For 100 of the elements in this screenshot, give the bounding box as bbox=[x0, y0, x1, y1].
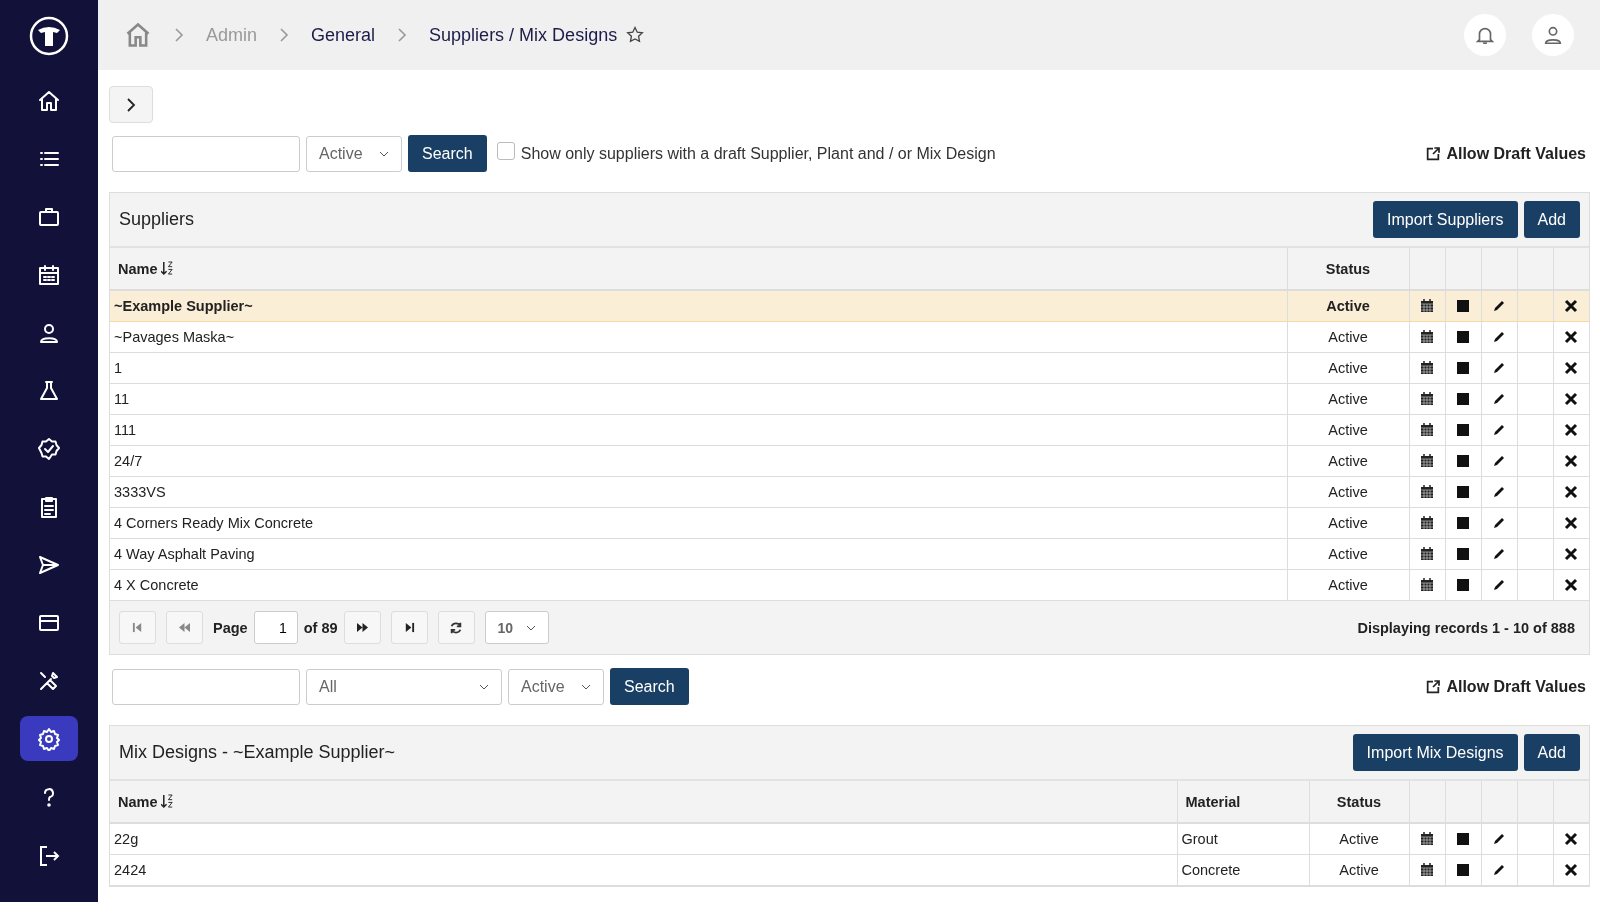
column-header[interactable]: Name bbox=[118, 260, 174, 277]
table-row[interactable]: 3333VS Active bbox=[110, 476, 1589, 508]
close-icon[interactable] bbox=[1564, 423, 1579, 437]
pencil-icon[interactable] bbox=[1492, 361, 1506, 375]
star-icon[interactable] bbox=[625, 25, 646, 45]
square-icon[interactable] bbox=[1456, 330, 1470, 344]
close-icon[interactable] bbox=[1564, 863, 1579, 877]
calendar-icon[interactable] bbox=[1420, 832, 1434, 846]
pencil-icon[interactable] bbox=[1492, 832, 1506, 846]
last-page-button[interactable] bbox=[390, 611, 428, 644]
square-icon[interactable] bbox=[1456, 516, 1470, 530]
draft-checkbox[interactable] bbox=[496, 141, 515, 160]
pencil-icon[interactable] bbox=[1492, 330, 1506, 344]
search-button[interactable]: Search bbox=[610, 668, 689, 705]
table-row[interactable]: 4 Way Asphalt Paving Active bbox=[110, 538, 1589, 570]
page-count: of 89 bbox=[303, 619, 338, 636]
calendar-icon[interactable] bbox=[1420, 547, 1434, 561]
first-page-button[interactable] bbox=[119, 611, 156, 644]
square-icon[interactable] bbox=[1456, 454, 1470, 468]
profile-button[interactable] bbox=[1532, 14, 1574, 56]
table-cell: 4 X Concrete bbox=[110, 569, 1287, 601]
chevron-icon bbox=[174, 27, 184, 43]
close-icon[interactable] bbox=[1564, 454, 1579, 468]
pencil-icon[interactable] bbox=[1492, 485, 1506, 499]
table-row[interactable]: ~Pavages Maska~ Active bbox=[110, 321, 1589, 353]
sidebar-item[interactable] bbox=[20, 716, 78, 761]
table-row[interactable]: ~Example Supplier~ Active bbox=[110, 290, 1589, 322]
table-cell: Active bbox=[1287, 507, 1409, 539]
allow-draft-values-link[interactable]: Allow Draft Values bbox=[1425, 144, 1586, 163]
column-header[interactable]: Name bbox=[118, 793, 174, 810]
close-icon[interactable] bbox=[1564, 516, 1579, 530]
calendar-icon[interactable] bbox=[1420, 863, 1434, 877]
close-icon[interactable] bbox=[1564, 832, 1579, 846]
square-icon[interactable] bbox=[1456, 361, 1470, 375]
column-header[interactable]: Status bbox=[1309, 781, 1409, 823]
square-icon[interactable] bbox=[1456, 392, 1470, 406]
expand-button[interactable] bbox=[109, 86, 153, 123]
allow-draft-values-link[interactable]: Allow Draft Values bbox=[1425, 677, 1586, 696]
previous-page-button[interactable] bbox=[166, 611, 203, 644]
square-icon[interactable] bbox=[1456, 832, 1470, 846]
panel-button[interactable]: Import Suppliers bbox=[1373, 201, 1518, 238]
table-cell: Active bbox=[1287, 476, 1409, 508]
square-icon[interactable] bbox=[1456, 863, 1470, 877]
square-icon[interactable] bbox=[1456, 423, 1470, 437]
pencil-icon[interactable] bbox=[1492, 299, 1506, 313]
table-row[interactable]: 11 Active bbox=[110, 383, 1589, 415]
pencil-icon[interactable] bbox=[1492, 578, 1506, 592]
close-icon[interactable] bbox=[1564, 578, 1579, 592]
calendar-icon[interactable] bbox=[1420, 423, 1434, 437]
pencil-icon[interactable] bbox=[1492, 863, 1506, 877]
pencil-icon[interactable] bbox=[1492, 423, 1506, 437]
material-dropdown[interactable]: All bbox=[306, 668, 502, 705]
table-row[interactable]: 22g Grout Active bbox=[110, 823, 1589, 855]
search-field[interactable] bbox=[112, 135, 300, 172]
square-icon[interactable] bbox=[1456, 485, 1470, 499]
calendar-icon[interactable] bbox=[1420, 454, 1434, 468]
pencil-icon[interactable] bbox=[1492, 547, 1506, 561]
status-dropdown[interactable]: Active bbox=[306, 135, 402, 172]
breadcrumb-link[interactable]: General bbox=[311, 24, 376, 46]
refresh-button[interactable] bbox=[437, 611, 475, 644]
calendar-icon[interactable] bbox=[1420, 485, 1434, 499]
table-row[interactable]: 2424 Concrete Active bbox=[110, 854, 1589, 886]
pencil-icon[interactable] bbox=[1492, 516, 1506, 530]
next-page-button[interactable] bbox=[343, 611, 381, 644]
home-icon[interactable] bbox=[124, 21, 152, 49]
notifications-button[interactable] bbox=[1464, 14, 1506, 56]
panel-button[interactable]: Import Mix Designs bbox=[1352, 734, 1518, 771]
column-header[interactable]: Material bbox=[1177, 781, 1309, 823]
gear-icon bbox=[37, 726, 61, 751]
calendar-icon[interactable] bbox=[1420, 299, 1434, 313]
table-row[interactable]: 4 Corners Ready Mix Concrete Active bbox=[110, 507, 1589, 539]
close-icon[interactable] bbox=[1564, 547, 1579, 561]
calendar-icon[interactable] bbox=[1420, 392, 1434, 406]
square-icon[interactable] bbox=[1456, 299, 1470, 313]
search-button[interactable]: Search bbox=[408, 135, 487, 172]
calendar-icon[interactable] bbox=[1420, 578, 1434, 592]
table-row[interactable]: 111 Active bbox=[110, 414, 1589, 446]
close-icon[interactable] bbox=[1564, 485, 1579, 499]
pencil-icon[interactable] bbox=[1492, 454, 1506, 468]
search-field[interactable] bbox=[112, 668, 300, 705]
pencil-icon[interactable] bbox=[1492, 392, 1506, 406]
page-number-field[interactable]: 1 bbox=[253, 611, 298, 644]
calendar-icon[interactable] bbox=[1420, 516, 1434, 530]
calendar-icon[interactable] bbox=[1420, 361, 1434, 375]
table-row[interactable]: 4 X Concrete Active bbox=[110, 569, 1589, 601]
square-icon[interactable] bbox=[1456, 578, 1470, 592]
close-icon[interactable] bbox=[1564, 330, 1579, 344]
column-header[interactable]: Status bbox=[1287, 248, 1409, 290]
close-icon[interactable] bbox=[1564, 299, 1579, 313]
status-dropdown[interactable]: Active bbox=[508, 668, 604, 705]
close-icon[interactable] bbox=[1564, 392, 1579, 406]
table-row[interactable]: 24/7 Active bbox=[110, 445, 1589, 477]
page-size-dropdown[interactable]: 10 bbox=[484, 611, 549, 644]
panel-button[interactable]: Add bbox=[1523, 734, 1580, 771]
square-icon[interactable] bbox=[1456, 547, 1470, 561]
close-icon[interactable] bbox=[1564, 361, 1579, 375]
calendar-icon[interactable] bbox=[1420, 330, 1434, 344]
panel-button[interactable]: Add bbox=[1523, 201, 1580, 238]
panel-title: Mix Designs - ~Example Supplier~ bbox=[119, 742, 396, 763]
table-row[interactable]: 1 Active bbox=[110, 352, 1589, 384]
